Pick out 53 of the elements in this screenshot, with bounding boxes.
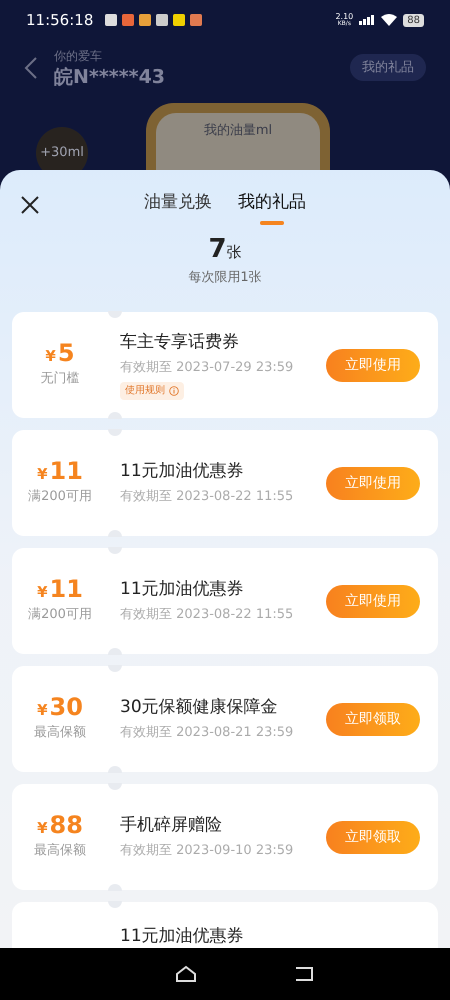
use-button[interactable]: 立即领取 [326,820,420,854]
coupon-amount: ¥11 [37,577,83,602]
use-button[interactable]: 立即领取 [326,702,420,736]
tab[interactable]: 油量兑换 [144,190,212,224]
network-speed: 2.10 [335,13,354,21]
ticket-notch [108,311,122,318]
notification-icon [139,14,152,26]
notification-icon [122,14,134,26]
gift-button[interactable]: 我的礼品 [350,54,426,82]
rules-tag[interactable]: 使用规则 [120,382,184,400]
notification-icon [156,14,168,26]
coupon-condition: 最高保额 [34,724,86,742]
coupon-title: 30元保额健康保障金 [120,696,279,720]
coupon-expiry: 有效期至 2023-08-21 23:59 [120,724,294,742]
notification-icon [105,14,118,26]
oil-label: 我的油量ml [204,122,272,140]
coupon-expiry: 有效期至 2023-08-22 11:55 [120,606,294,624]
info-icon [169,386,179,396]
coupon-condition: 满200可用 [28,606,92,624]
use-button[interactable]: 立即使用 [326,584,420,618]
coupon-amount: ¥30 [37,695,83,720]
close-icon[interactable] [21,196,39,214]
signal-icon [359,15,376,25]
notification-icon [173,14,186,26]
status-time: 11:56:18 [26,10,94,31]
coupon-expiry: 有效期至 2023-08-22 11:55 [120,488,294,506]
coupon-amount: ¥88 [37,813,83,838]
coupon-expiry: 有效期至 2023-09-10 23:59 [120,842,294,860]
coupon-expiry: 有效期至 2023-07-29 23:59 [120,359,294,378]
coupon-title: 11元加油优惠券 [120,578,245,602]
coupon-count: 7张 [208,236,242,262]
wifi-icon [381,14,398,26]
use-button[interactable]: 立即使用 [326,466,420,500]
coupon-title: 手机碎屏赠险 [120,814,223,838]
notification-icon [190,14,202,26]
coupon-condition: 最高保额 [34,842,86,860]
coupon-title: 车主专享话费券 [120,331,240,354]
coupon-amount: ¥11 [37,459,83,484]
battery-indicator: 88 [403,14,424,26]
use-button[interactable]: 立即使用 [326,348,420,382]
coupon-amount: ¥5 [45,341,75,366]
limit-note: 每次限用1张 [188,269,262,287]
tab[interactable]: 我的礼品 [238,190,306,224]
ticket-notch [108,429,122,436]
car-label: 你的爱车 [54,48,103,64]
coupon-title: 11元加油优惠券 [120,460,245,484]
back-icon[interactable] [293,965,315,983]
ticket-notch [108,412,122,419]
plate-number: 皖N*****43 [54,64,166,88]
coupon-condition: 无门槛 [40,370,80,388]
coupon-title: 11元加油优惠券 [120,925,245,948]
home-icon[interactable] [175,965,197,983]
coupon-condition: 满200可用 [28,488,92,506]
